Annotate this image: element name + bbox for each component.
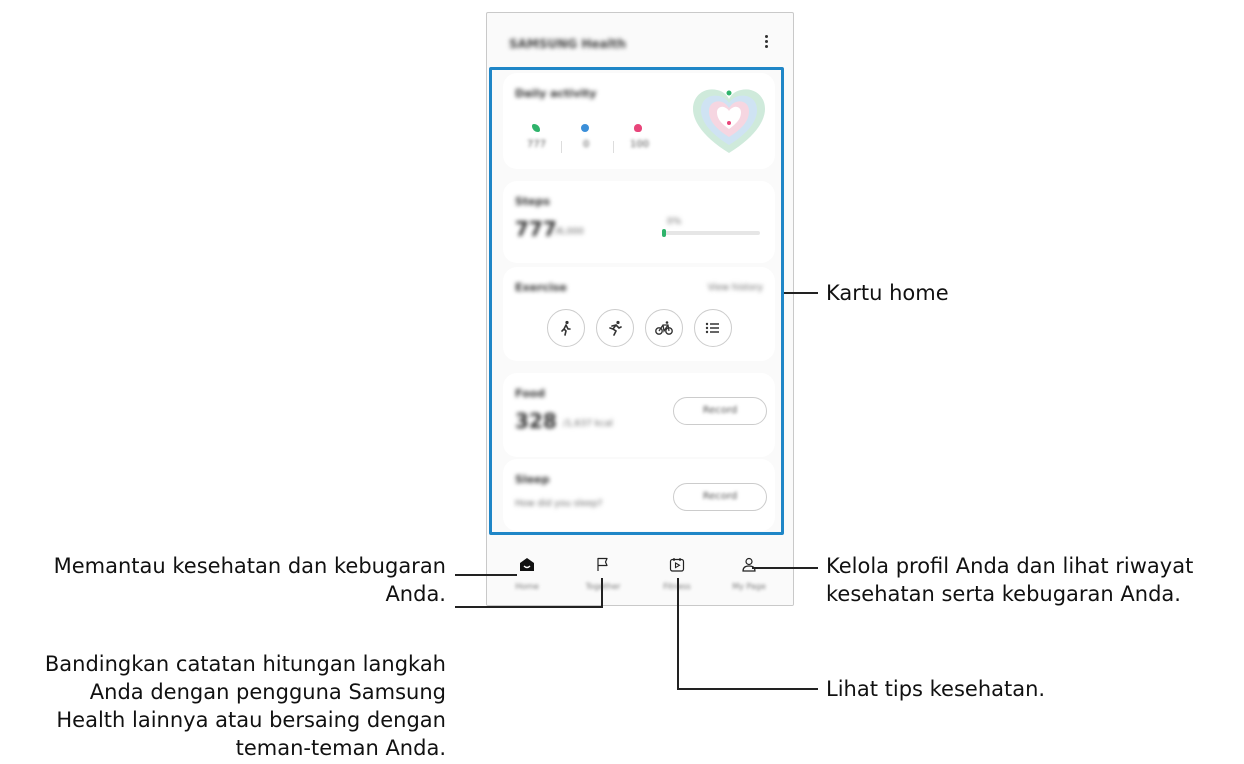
annotation-compare-line4: teman-teman Anda.	[235, 736, 446, 760]
annotation-compare-line1: Bandingkan catatan hitungan langkah	[44, 652, 446, 676]
annotation-tips: Lihat tips kesehatan.	[826, 677, 1046, 701]
annotation-profile: Kelola profil Anda dan lihat riwayat kes…	[826, 552, 1193, 608]
callout-line-monitor	[455, 574, 517, 576]
annotation-compare-line2: Anda dengan pengguna Samsung	[89, 680, 446, 704]
annotation-monitor-line2: Anda.	[385, 582, 446, 606]
annotation-home-cards: Kartu home	[826, 281, 949, 305]
nav-my-page-label: My Page	[732, 582, 766, 591]
app-bar: SAMSUNG Health	[487, 13, 793, 69]
nav-my-page[interactable]: My Page	[719, 557, 779, 591]
person-icon	[742, 557, 756, 572]
callout-line-compare-v	[601, 578, 603, 608]
home-cards-highlight	[489, 67, 784, 535]
callout-line-compare-h	[455, 606, 603, 608]
annotation-compare-line3: Health lainnya atau bersaing dengan	[56, 708, 446, 732]
more-options-icon[interactable]	[759, 33, 773, 53]
flag-icon	[597, 557, 608, 571]
fitness-video-icon	[669, 558, 685, 572]
app-title: SAMSUNG Health	[509, 37, 626, 51]
annotation-monitor-line1: Memantau kesehatan dan kebugaran	[53, 554, 446, 578]
annotation-compare: Bandingkan catatan hitungan langkah Anda…	[45, 650, 446, 762]
nav-together-label: Together	[585, 582, 621, 591]
annotation-profile-line2: kesehatan serta kebugaran Anda.	[826, 582, 1181, 606]
nav-together[interactable]: Together	[573, 557, 633, 591]
bottom-navigation: Home Together Fitness My Page	[487, 543, 793, 605]
nav-home-label: Home	[515, 582, 539, 591]
callout-line-tips-v	[677, 578, 679, 690]
annotation-profile-line1: Kelola profil Anda dan lihat riwayat	[826, 554, 1194, 578]
callout-line-home-cards	[784, 292, 818, 294]
annotation-monitor: Memantau kesehatan dan kebugaran Anda.	[54, 552, 446, 608]
callout-line-profile	[752, 567, 818, 569]
home-icon	[520, 558, 534, 571]
callout-line-tips-h	[677, 688, 818, 690]
